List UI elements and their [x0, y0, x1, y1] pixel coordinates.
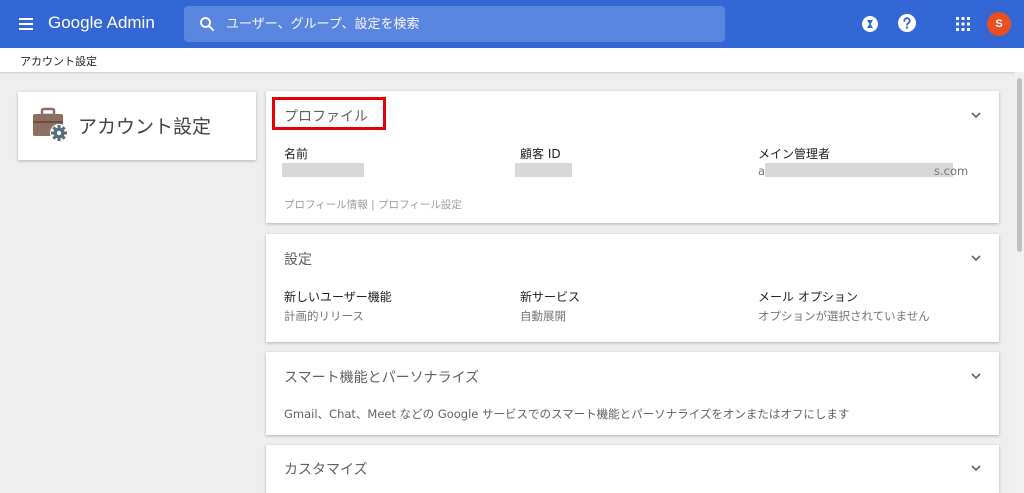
app-brand[interactable]: Google Admin	[48, 13, 155, 33]
smart-features-description: Gmail、Chat、Meet などの Google サービスでのスマート機能と…	[284, 407, 850, 421]
settings-card[interactable]: 設定 新しいユーザー機能 計画的リリース 新サービス 自動展開 メール オプショ…	[266, 234, 999, 342]
breadcrumb-bar: アカウント設定	[0, 48, 1024, 72]
smart-features-card[interactable]: スマート機能とパーソナライズ Gmail、Chat、Meet などの Googl…	[266, 352, 999, 435]
field-value-mail-options: オプションが選択されていません	[758, 309, 930, 323]
search-box[interactable]	[184, 6, 725, 42]
profile-info-link[interactable]: プロフィール情報	[284, 199, 368, 211]
help-icon[interactable]	[898, 14, 916, 32]
chevron-down-icon[interactable]	[969, 108, 983, 122]
field-label-customer-id: 顧客 ID	[520, 147, 561, 161]
field-label-new-user-features: 新しいユーザー機能	[284, 290, 392, 304]
scrollbar-thumb[interactable]	[1017, 78, 1022, 252]
apps-grid-icon[interactable]	[955, 16, 971, 32]
field-value-new-services: 自動展開	[520, 309, 566, 323]
chevron-down-icon[interactable]	[969, 251, 983, 265]
link-separator: |	[371, 199, 375, 211]
redacted-customer-id-value	[515, 163, 572, 177]
menu-icon[interactable]	[14, 12, 38, 36]
hourglass-icon[interactable]	[862, 16, 878, 32]
smart-features-card-title: スマート機能とパーソナライズ	[284, 370, 480, 386]
field-label-mail-options: メール オプション	[758, 290, 858, 304]
search-input[interactable]	[226, 6, 706, 42]
settings-card-title: 設定	[284, 252, 312, 268]
chevron-down-icon[interactable]	[969, 369, 983, 383]
account-avatar[interactable]: S	[987, 12, 1011, 36]
field-label-new-services: 新サービス	[520, 290, 581, 304]
page-scrollbar[interactable]	[1015, 72, 1024, 493]
profile-links: プロフィール情報 | プロフィール設定	[284, 197, 462, 212]
field-label-main-admin: メイン管理者	[758, 147, 831, 161]
page-title: アカウント設定	[78, 116, 212, 138]
section-header-card: アカウント設定	[18, 92, 256, 160]
field-label-name: 名前	[284, 147, 309, 161]
main-admin-email-start: a	[758, 164, 766, 178]
highlight-box	[272, 97, 386, 130]
search-icon	[200, 17, 214, 31]
customize-card-title: カスタマイズ	[284, 462, 368, 478]
redacted-admin-email	[765, 163, 953, 177]
field-value-new-user-features: 計画的リリース	[284, 309, 364, 323]
main-admin-email-end: s.com	[934, 164, 969, 178]
briefcase-settings-icon	[33, 107, 68, 142]
breadcrumb[interactable]: アカウント設定	[20, 53, 97, 69]
profile-settings-link[interactable]: プロフィール設定	[378, 199, 462, 211]
customize-card[interactable]: カスタマイズ	[266, 445, 999, 493]
chevron-down-icon[interactable]	[969, 461, 983, 475]
top-app-bar: Google Admin S	[0, 0, 1024, 48]
redacted-name-value	[282, 163, 364, 177]
